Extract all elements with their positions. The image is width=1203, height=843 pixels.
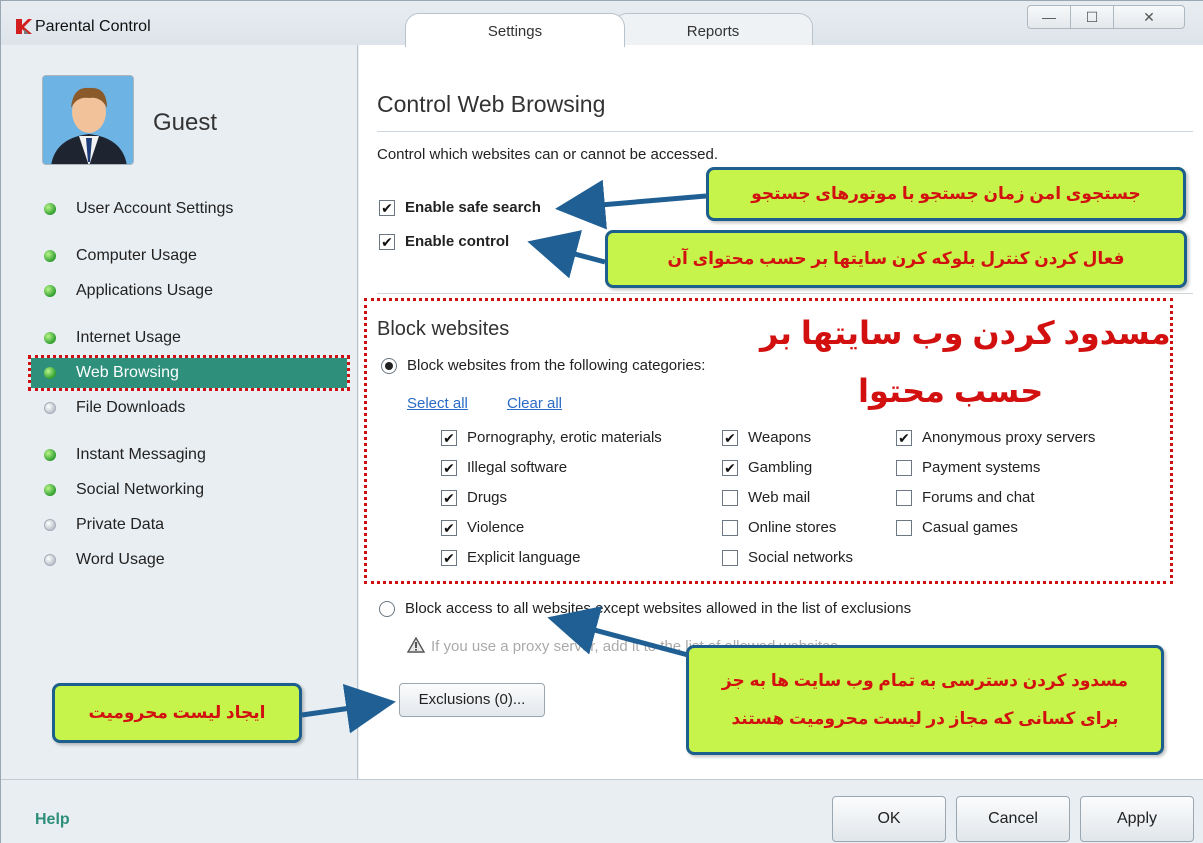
sidebar-item-label: Social Networking — [76, 481, 205, 498]
help-link[interactable]: Help — [35, 811, 70, 829]
bottom-bar: Help OK Cancel Apply — [1, 779, 1203, 843]
page-description: Control which websites can or cannot be … — [377, 146, 719, 163]
checkbox-box[interactable] — [722, 490, 738, 506]
status-dot-icon — [44, 519, 56, 531]
category-label: Payment systems — [922, 459, 1041, 476]
window-title: Parental Control — [35, 18, 151, 35]
category-label: Social networks — [748, 549, 854, 566]
annotation-enable-control: فعال کردن کنترل بلوکه کرن سایتها بر حسب … — [605, 230, 1187, 288]
checkbox-box[interactable]: ✔ — [379, 200, 395, 216]
sidebar-item-label: Instant Messaging — [76, 446, 206, 463]
block-categories-label: Block websites from the following catego… — [407, 357, 706, 374]
warning-icon — [407, 637, 425, 653]
sidebar-item-applications-usage[interactable]: Applications Usage — [31, 276, 347, 306]
sidebar-item-social-networking[interactable]: Social Networking — [31, 475, 347, 505]
checkbox-box[interactable]: ✔ — [441, 550, 457, 566]
status-dot-icon — [44, 203, 56, 215]
sidebar-item-user-account-settings[interactable]: User Account Settings — [31, 194, 347, 224]
sidebar-item-label: User Account Settings — [76, 200, 234, 217]
checkbox-box[interactable] — [896, 520, 912, 536]
status-dot-icon — [44, 484, 56, 496]
close-button[interactable]: ✕ — [1113, 5, 1185, 29]
checkbox-box[interactable]: ✔ — [896, 430, 912, 446]
category-label: Illegal software — [467, 459, 568, 476]
block-all-label: Block access to all websites except webs… — [405, 600, 912, 617]
sidebar-item-instant-messaging[interactable]: Instant Messaging — [31, 440, 347, 470]
enable-control-label: Enable control — [405, 233, 510, 250]
checkbox-box[interactable]: ✔ — [441, 490, 457, 506]
status-dot-icon — [44, 449, 56, 461]
category-label: Pornography, erotic materials — [467, 429, 662, 446]
category-label: Casual games — [922, 519, 1018, 536]
safe-search-label: Enable safe search — [405, 199, 541, 216]
sidebar: Guest User Account Settings Computer Usa… — [1, 45, 358, 779]
select-all-link[interactable]: Select all — [407, 395, 468, 412]
sidebar-item-word-usage[interactable]: Word Usage — [31, 545, 347, 575]
checkbox-box[interactable]: ✔ — [379, 234, 395, 250]
ok-button[interactable]: OK — [832, 796, 946, 842]
minimize-button[interactable]: — — [1027, 5, 1071, 29]
status-dot-icon — [44, 332, 56, 344]
status-dot-icon — [44, 554, 56, 566]
category-label: Violence — [467, 519, 525, 536]
block-websites-heading: Block websites — [377, 318, 510, 340]
sidebar-item-label: File Downloads — [76, 399, 186, 416]
checkbox-box[interactable]: ✔ — [441, 430, 457, 446]
sidebar-item-file-downloads[interactable]: File Downloads — [31, 393, 347, 423]
sidebar-item-internet-usage[interactable]: Internet Usage — [31, 323, 347, 353]
sidebar-item-label: Applications Usage — [76, 282, 213, 299]
category-label: Online stores — [748, 519, 837, 536]
annotation-safe-search: جستجوی امن زمان جستجو با موتورهای جستجو — [706, 167, 1186, 221]
apply-button[interactable]: Apply — [1080, 796, 1194, 842]
sidebar-item-computer-usage[interactable]: Computer Usage — [31, 241, 347, 271]
category-label: Anonymous proxy servers — [922, 429, 1096, 446]
annotation-block-all: مسدود کردن دسترسی به تمام وب سایت ها به … — [686, 645, 1164, 755]
checkbox-box[interactable]: ✔ — [441, 460, 457, 476]
exclusions-button[interactable]: Exclusions (0)... — [399, 683, 545, 717]
sidebar-item-label: Computer Usage — [76, 247, 197, 264]
sidebar-item-private-data[interactable]: Private Data — [31, 510, 347, 540]
sidebar-item-label: Private Data — [76, 516, 165, 533]
checkbox-box[interactable] — [722, 520, 738, 536]
category-label: Drugs — [467, 489, 508, 506]
status-dot-icon — [44, 402, 56, 414]
divider — [377, 293, 1193, 294]
checkbox-box[interactable] — [896, 490, 912, 506]
user-avatar-icon — [43, 76, 133, 164]
radio-button[interactable] — [381, 358, 397, 374]
tab-reports[interactable]: Reports — [613, 13, 813, 47]
maximize-button[interactable]: ☐ — [1070, 5, 1114, 29]
sidebar-item-label: Word Usage — [76, 551, 165, 568]
cancel-button[interactable]: Cancel — [956, 796, 1070, 842]
kaspersky-logo-icon — [16, 19, 32, 34]
page-title: Control Web Browsing — [377, 91, 606, 117]
annotation-block-title-line1: مسدود کردن وب سایتها بر — [760, 315, 1171, 351]
status-dot-icon — [44, 367, 56, 379]
annotation-block-title-line2: حسب محتوا — [858, 373, 1044, 409]
clear-all-link[interactable]: Clear all — [507, 395, 562, 412]
sidebar-item-web-browsing[interactable]: Web Browsing — [28, 355, 350, 391]
category-label: Explicit language — [467, 549, 581, 566]
sidebar-item-label: Internet Usage — [76, 329, 181, 346]
divider — [377, 131, 1193, 132]
status-dot-icon — [44, 250, 56, 262]
category-label: Forums and chat — [922, 489, 1035, 506]
category-label: Weapons — [748, 429, 812, 446]
user-name: Guest — [153, 109, 218, 136]
annotation-exclusions: ایجاد لیست محرومیت — [52, 683, 302, 743]
radio-button[interactable] — [379, 601, 395, 617]
checkbox-box[interactable]: ✔ — [722, 430, 738, 446]
avatar[interactable] — [42, 75, 134, 165]
sidebar-item-label: Web Browsing — [76, 364, 179, 381]
status-dot-icon — [44, 285, 56, 297]
title-bar: Parental Control Settings Reports — ☐ ✕ — [1, 1, 1203, 47]
checkbox-box[interactable] — [896, 460, 912, 476]
checkbox-box[interactable] — [722, 550, 738, 566]
category-label: Web mail — [748, 489, 811, 506]
category-label: Gambling — [748, 459, 813, 476]
checkbox-box[interactable]: ✔ — [722, 460, 738, 476]
checkbox-box[interactable]: ✔ — [441, 520, 457, 536]
tab-settings[interactable]: Settings — [405, 13, 625, 47]
